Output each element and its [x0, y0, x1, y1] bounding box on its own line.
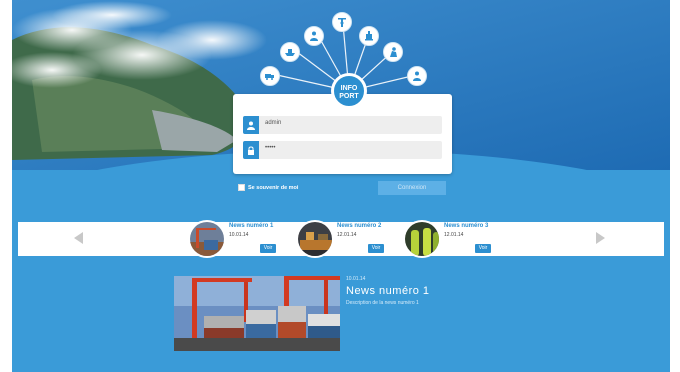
crane-icon[interactable] [332, 12, 352, 32]
logo-line2: PORT [339, 93, 359, 100]
carousel-prev-arrow-icon[interactable] [74, 232, 83, 244]
news-thumbnail [188, 220, 226, 258]
truck-icon[interactable] [260, 66, 280, 86]
connect-button[interactable]: Connexion [378, 181, 446, 195]
forklift-icon[interactable] [359, 26, 379, 46]
news-view-button[interactable]: Voir [260, 244, 276, 253]
news-card[interactable]: News numéro 3 12.01.14 Voir [403, 220, 503, 258]
remember-label: Se souvenir de moi [248, 184, 299, 191]
remember-checkbox[interactable] [238, 184, 245, 191]
news-title[interactable]: News numéro 2 [337, 223, 381, 229]
news-carousel: News numéro 1 10.01.14 Voir News numéro … [18, 220, 664, 258]
password-value: ••••• [265, 145, 276, 151]
news-card[interactable]: News numéro 2 12.01.14 Voir [296, 220, 396, 258]
infoport-logo: INFO PORT [331, 73, 367, 109]
featured-news-description: Description de la news numéro 1 [346, 300, 419, 306]
news-card[interactable]: News numéro 1 10.01.14 Voir [188, 220, 288, 258]
news-title[interactable]: News numéro 3 [444, 223, 488, 229]
news-view-button[interactable]: Voir [368, 244, 384, 253]
news-thumbnail [296, 220, 334, 258]
logo-line1: INFO [340, 85, 358, 92]
news-date: 10.01.14 [229, 232, 249, 238]
person-icon[interactable] [304, 26, 324, 46]
worker-icon[interactable] [383, 42, 403, 62]
news-date: 12.01.14 [444, 232, 464, 238]
news-view-button[interactable]: Voir [475, 244, 491, 253]
ship-icon[interactable] [280, 42, 300, 62]
username-value: admin [265, 120, 282, 126]
news-thumbnail [403, 220, 441, 258]
user-icon [243, 116, 259, 134]
featured-news-image[interactable] [174, 276, 340, 351]
news-date: 12.01.14 [337, 232, 357, 238]
app-frame: admin ••••• INFO PORT Se souvenir de moi… [12, 0, 670, 372]
username-field[interactable]: admin [243, 116, 442, 134]
carousel-next-arrow-icon[interactable] [596, 232, 605, 244]
remember-me[interactable]: Se souvenir de moi [238, 184, 298, 191]
featured-news-date: 10.01.14 [346, 276, 366, 282]
featured-news-title[interactable]: News numéro 1 [346, 285, 430, 297]
news-title[interactable]: News numéro 1 [229, 223, 273, 229]
lock-icon [243, 141, 259, 159]
person-group-icon[interactable] [407, 66, 427, 86]
password-field[interactable]: ••••• [243, 141, 442, 159]
